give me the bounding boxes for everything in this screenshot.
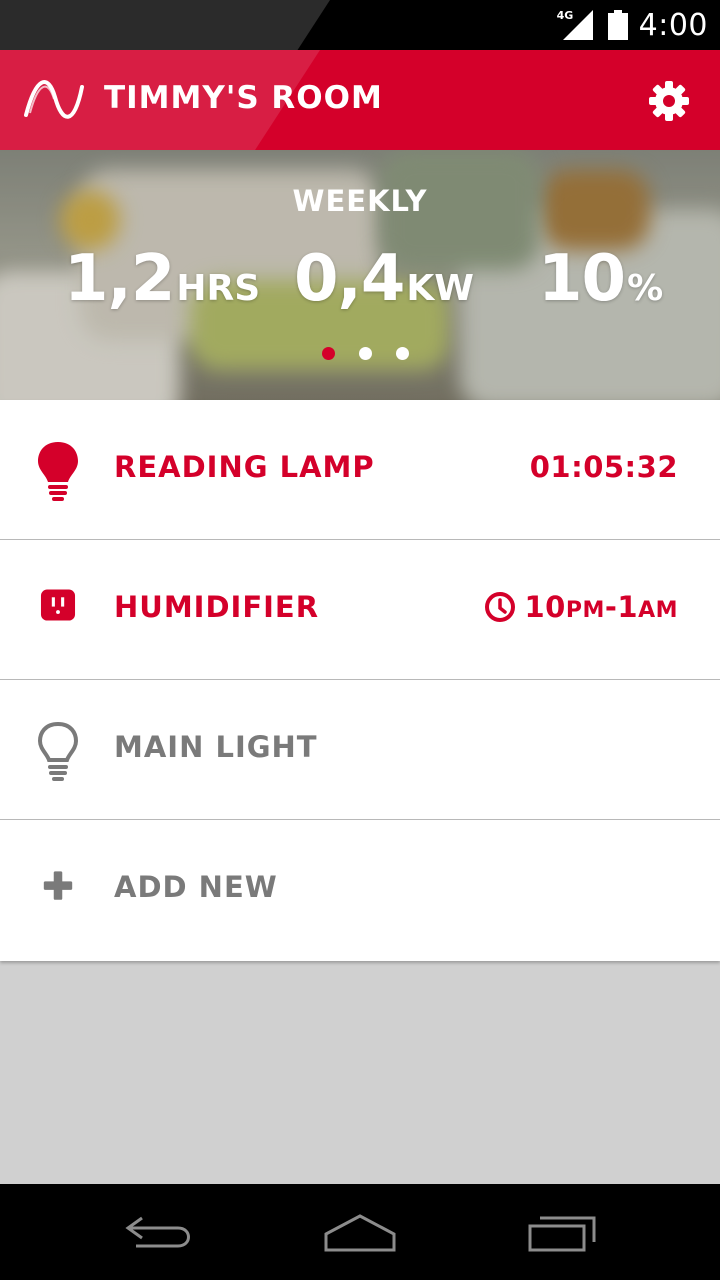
- device-row-humidifier[interactable]: HUMIDIFIER 10PM-1AM: [0, 540, 720, 680]
- gear-icon[interactable]: [648, 80, 690, 122]
- recents-icon[interactable]: [522, 1206, 602, 1256]
- device-row-main-light[interactable]: MAIN LIGHT: [0, 680, 720, 820]
- outlet-icon: [40, 589, 76, 621]
- app-bar: TIMMY'S ROOM: [0, 50, 720, 150]
- add-new-label: ADD NEW: [114, 870, 278, 904]
- hours-unit: HRS: [176, 268, 261, 309]
- device-name: HUMIDIFIER: [114, 590, 320, 624]
- energy-unit: KW: [406, 268, 474, 309]
- wave-logo-icon: [24, 80, 84, 119]
- page-indicator: [322, 347, 409, 360]
- status-bar-accent: [0, 0, 331, 50]
- home-icon[interactable]: [320, 1206, 400, 1256]
- signal-icon: 4G: [557, 0, 597, 50]
- status-bar: 4G 4:00: [0, 0, 720, 50]
- page-dot-1[interactable]: [322, 347, 335, 360]
- timer-value: 01:05:32: [529, 450, 678, 484]
- device-schedule: 10PM-1AM: [484, 590, 678, 624]
- clock-icon: [485, 592, 516, 622]
- device-timer: 01:05:32: [530, 450, 678, 484]
- status-icons: 4G 4:00: [557, 0, 708, 50]
- lightbulb-outline-icon: [37, 721, 79, 781]
- usage-summary-banner[interactable]: WEEKLY 1,2HRS 0,4KW 10%: [0, 150, 720, 400]
- hours-stat: 1,2HRS: [64, 242, 260, 316]
- lightbulb-filled-icon: [38, 442, 78, 501]
- percent-stat: 10%: [538, 242, 663, 316]
- plus-icon: [43, 871, 73, 900]
- system-nav-bar: [0, 1184, 720, 1280]
- battery-icon: [607, 10, 628, 40]
- room-title: TIMMY'S ROOM: [104, 80, 383, 116]
- page-dot-2[interactable]: [359, 347, 372, 360]
- device-name: READING LAMP: [114, 450, 375, 484]
- percent-value: 10: [538, 242, 626, 316]
- clock-time: 4:00: [638, 7, 708, 43]
- device-name: MAIN LIGHT: [114, 730, 318, 764]
- period-label: WEEKLY: [292, 184, 428, 218]
- energy-value: 0,4: [294, 242, 405, 316]
- schedule-text: 10PM-1AM: [524, 590, 678, 624]
- page-dot-3[interactable]: [396, 347, 409, 360]
- energy-stat: 0,4KW: [294, 242, 474, 316]
- device-list: READING LAMP 01:05:32 HUMIDIFIER 10PM-1A…: [0, 400, 720, 961]
- add-device-button[interactable]: ADD NEW: [0, 820, 720, 961]
- back-icon[interactable]: [120, 1206, 200, 1256]
- hours-value: 1,2: [64, 242, 175, 316]
- percent-unit: %: [627, 268, 664, 309]
- device-row-reading-lamp[interactable]: READING LAMP 01:05:32: [0, 400, 720, 540]
